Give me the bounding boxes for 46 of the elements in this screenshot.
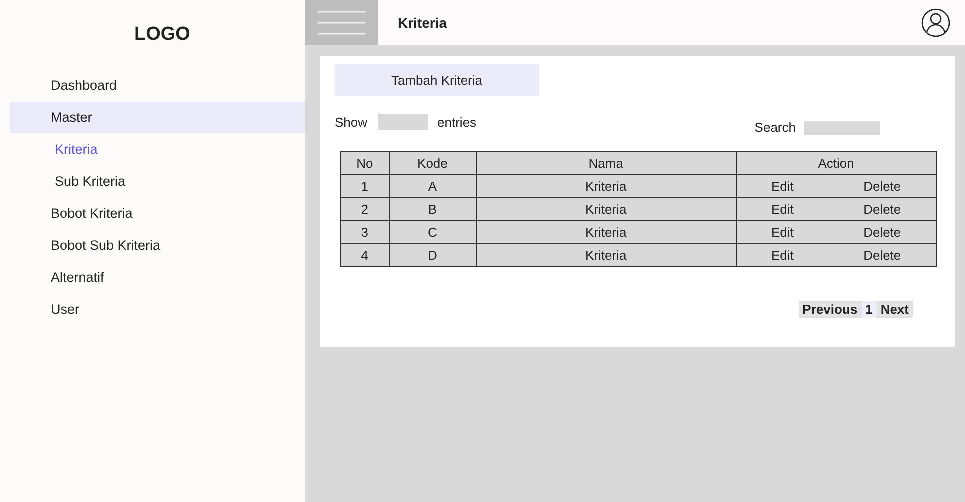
- action-link[interactable]: Edit: [771, 202, 794, 216]
- search-field[interactable]: [804, 120, 880, 134]
- page-button[interactable]: Previous: [798, 301, 862, 318]
- sidebar-item[interactable]: Dashboard: [10, 70, 305, 101]
- table-cell: D: [389, 244, 476, 266]
- sidebar-item[interactable]: Bobot Sub Kriteria: [10, 230, 305, 261]
- logo: LOGO: [134, 24, 192, 46]
- page-title: Kriteria: [398, 14, 448, 30]
- sidebar-item[interactable]: Bobot Kriteria: [10, 198, 305, 229]
- entries-label: entries: [438, 114, 477, 130]
- sidebar-subitem[interactable]: Kriteria: [10, 134, 305, 165]
- table-cell: B: [389, 198, 476, 220]
- table-cell: C: [389, 220, 476, 244]
- table-cell: Kriteria: [476, 198, 736, 220]
- action-link[interactable]: Edit: [771, 224, 794, 240]
- table-cell: 2: [340, 198, 390, 220]
- table-cell: Kriteria: [476, 244, 736, 266]
- action-link[interactable]: Edit: [771, 248, 794, 262]
- table-cell: 3: [340, 220, 390, 244]
- menu-icon: [318, 10, 366, 36]
- show-label: Show: [335, 114, 368, 130]
- user-icon[interactable]: [921, 8, 951, 38]
- column-header: Kode: [389, 152, 476, 174]
- page-button[interactable]: 1: [862, 301, 877, 318]
- sidebar-item[interactable]: Alternatif: [10, 262, 305, 293]
- action-link[interactable]: Delete: [864, 202, 902, 216]
- menu-button[interactable]: [305, 0, 378, 45]
- column-header: Action: [736, 152, 936, 174]
- table-cell: A: [389, 174, 476, 198]
- search-label: Search: [754, 120, 796, 135]
- action-link[interactable]: Edit: [771, 178, 794, 194]
- table-cell: Kriteria: [476, 174, 736, 198]
- table-cell: Kriteria: [476, 220, 736, 244]
- table-cell: 4: [340, 244, 390, 266]
- page-button[interactable]: Next: [876, 301, 913, 318]
- action-link[interactable]: Delete: [864, 224, 902, 240]
- action-link[interactable]: Delete: [864, 178, 902, 194]
- action-link[interactable]: Delete: [864, 248, 902, 262]
- table-cell: 1: [340, 174, 390, 198]
- sidebar-subitem[interactable]: Sub Kriteria: [10, 166, 305, 197]
- sidebar-item[interactable]: Master: [10, 102, 305, 133]
- column-header: No: [340, 152, 390, 174]
- entries-select[interactable]: [378, 114, 428, 130]
- column-header: Nama: [476, 152, 736, 174]
- add-button[interactable]: Tambah Kriteria: [335, 64, 539, 96]
- sidebar-item[interactable]: User: [10, 294, 305, 325]
